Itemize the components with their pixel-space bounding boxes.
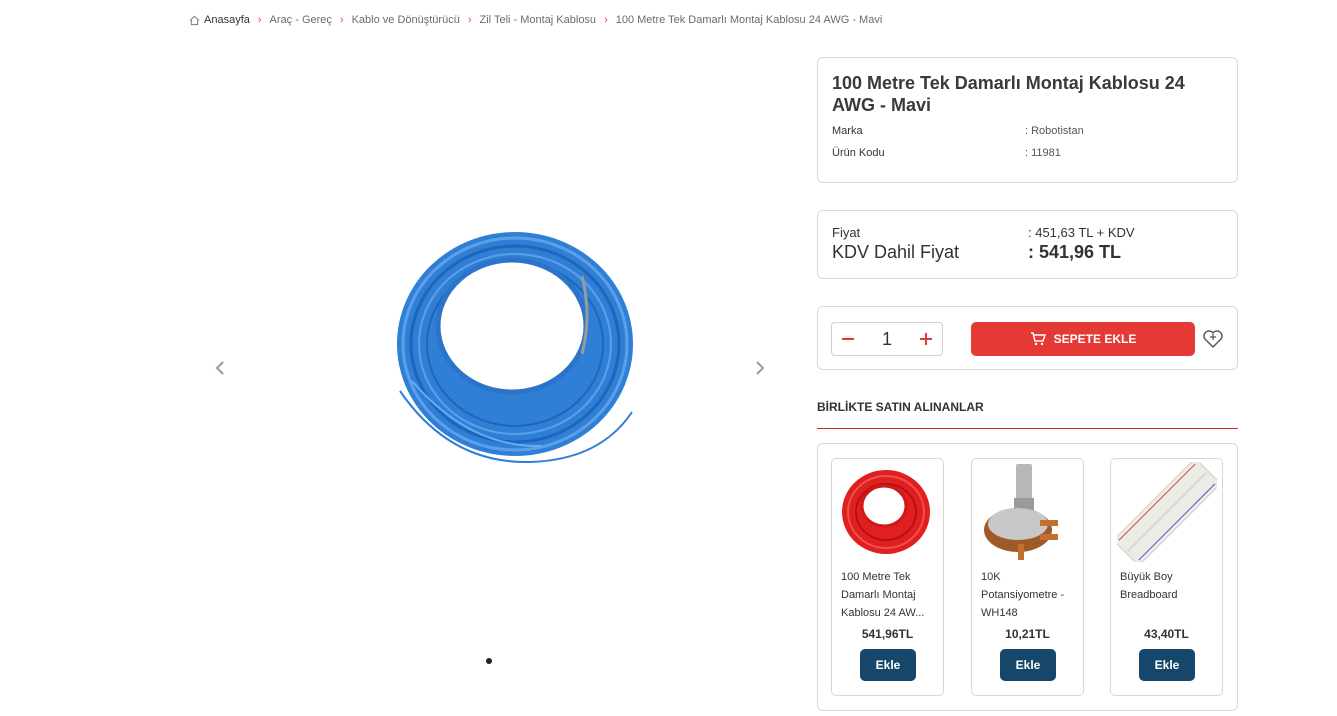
vat-price-value: : 541,96 TL	[1028, 242, 1122, 262]
plus-icon	[920, 333, 932, 345]
gallery-dots	[486, 658, 492, 664]
add-together-button[interactable]: Ekle	[1000, 649, 1056, 681]
gallery-next-button[interactable]	[752, 356, 768, 380]
together-item-name[interactable]: Büyük Boy Breadboard	[1120, 568, 1216, 622]
bought-together-title: BİRLİKTE SATIN ALINANLAR	[817, 400, 984, 414]
breadcrumb-kablo[interactable]: Kablo ve Dönüştürücü	[352, 14, 460, 26]
chevron-right-icon: ›	[339, 14, 344, 26]
quantity-input[interactable]	[867, 328, 907, 350]
price-label: Fiyat	[832, 225, 861, 240]
price-row: Fiyat : 451,63 TL + KDV	[832, 225, 1223, 240]
bought-together-panel: 100 Metre Tek Damarlı Montaj Kablosu 24 …	[817, 443, 1238, 711]
add-together-button[interactable]: Ekle	[860, 649, 916, 681]
chevron-right-icon	[756, 361, 765, 375]
together-item-price: 10,21TL	[1005, 627, 1050, 641]
together-card[interactable]: 100 Metre Tek Damarlı Montaj Kablosu 24 …	[831, 458, 944, 696]
breadcrumb-home[interactable]: Anasayfa	[204, 14, 250, 26]
product-thumbnail[interactable]	[978, 462, 1078, 562]
together-card[interactable]: Büyük Boy Breadboard 43,40TL Ekle	[1110, 458, 1223, 696]
together-item-name[interactable]: 100 Metre Tek Damarlı Montaj Kablosu 24 …	[841, 568, 937, 622]
breadcrumb-current: 100 Metre Tek Damarlı Montaj Kablosu 24 …	[615, 14, 883, 26]
product-info-panel: 100 Metre Tek Damarlı Montaj Kablosu 24 …	[817, 57, 1238, 183]
code-label: Ürün Kodu	[832, 147, 885, 159]
gallery-prev-button[interactable]	[212, 356, 228, 380]
chevron-right-icon: ›	[257, 14, 262, 26]
vat-price-row: KDV Dahil Fiyat : 541,96 TL	[832, 242, 1223, 263]
together-item-price: 43,40TL	[1144, 627, 1189, 641]
add-together-button[interactable]: Ekle	[1139, 649, 1195, 681]
together-item-name[interactable]: 10K Potansiyometre - WH148	[981, 568, 1077, 622]
divider	[817, 428, 1238, 429]
product-title: 100 Metre Tek Damarlı Montaj Kablosu 24 …	[832, 73, 1185, 115]
add-to-cart-label: SEPETE EKLE	[1053, 332, 1137, 346]
chevron-right-icon: ›	[467, 14, 472, 26]
breadcrumb: Anasayfa › Araç - Gereç › Kablo ve Dönüş…	[189, 12, 882, 28]
product-gallery	[200, 56, 780, 676]
code-row: Ürün Kodu : 11981	[832, 146, 1223, 160]
home-icon	[189, 15, 200, 25]
minus-icon	[842, 338, 854, 340]
add-to-cart-button[interactable]: SEPETE EKLE	[971, 322, 1195, 356]
chevron-right-icon: ›	[604, 14, 608, 26]
together-item-price: 541,96TL	[861, 627, 914, 641]
quantity-stepper	[831, 322, 943, 356]
brand-row: Marka : Robotistan	[832, 124, 1223, 138]
increase-quantity-button[interactable]	[916, 329, 936, 349]
favorite-heart-icon[interactable]	[1202, 329, 1224, 349]
breadcrumb-arac-gerec[interactable]: Araç - Gereç	[270, 14, 332, 26]
product-thumbnail[interactable]	[1117, 462, 1217, 562]
vat-price-label: KDV Dahil Fiyat	[832, 242, 960, 262]
brand-value: : Robotistan	[1025, 125, 1084, 137]
brand-label: Marka	[832, 125, 863, 137]
cart-panel: SEPETE EKLE	[817, 306, 1238, 370]
breadcrumb-zil-teli[interactable]: Zil Teli - Montaj Kablosu	[479, 14, 596, 26]
product-thumbnail[interactable]	[838, 462, 938, 562]
decrease-quantity-button[interactable]	[838, 329, 858, 349]
price-value: : 451,63 TL + KDV	[1028, 225, 1135, 240]
product-image[interactable]	[360, 216, 670, 476]
cart-icon	[1030, 332, 1046, 346]
together-card[interactable]: 10K Potansiyometre - WH148 10,21TL Ekle	[971, 458, 1084, 696]
gallery-dot[interactable]	[486, 658, 492, 664]
price-panel: Fiyat : 451,63 TL + KDV KDV Dahil Fiyat …	[817, 210, 1238, 279]
code-value: : 11981	[1025, 147, 1061, 159]
chevron-left-icon	[215, 361, 224, 375]
